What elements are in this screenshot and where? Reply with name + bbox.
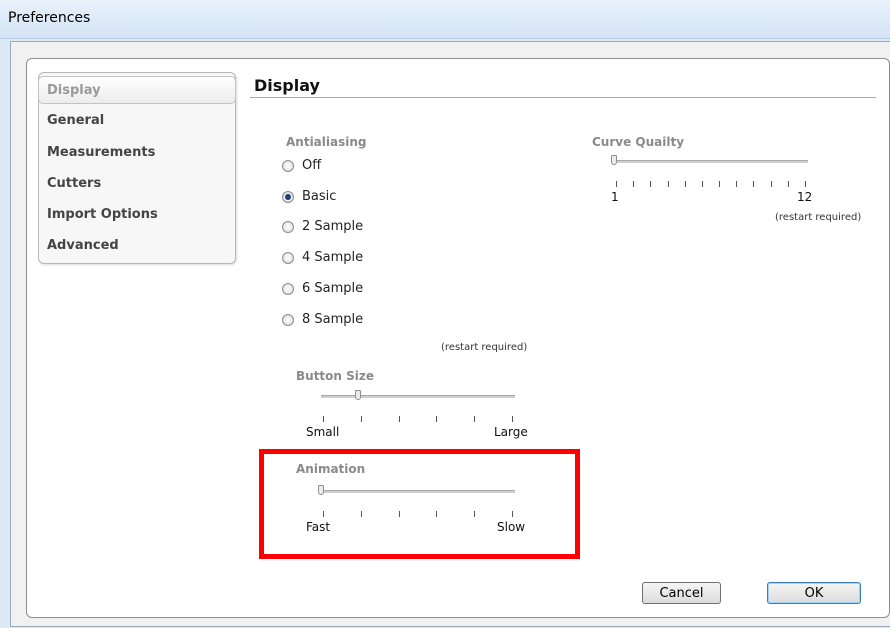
radio-label: 2 Sample xyxy=(302,219,364,234)
cancel-button[interactable]: Cancel xyxy=(642,582,721,604)
button-size-tick xyxy=(323,416,324,422)
button-size-slider-track[interactable] xyxy=(321,395,515,398)
button-size-min-label: Small xyxy=(306,425,340,439)
window-title: Preferences xyxy=(8,10,91,26)
curve-quality-tick xyxy=(736,181,737,187)
title-bar: Preferences xyxy=(0,0,890,39)
curve-quality-tick xyxy=(633,181,634,187)
button-size-max-label: Large xyxy=(494,425,528,439)
button-size-label: Button Size xyxy=(296,369,375,383)
radio-label: 6 Sample xyxy=(302,281,364,296)
button-size-tick xyxy=(399,416,400,422)
radio-button-checked[interactable] xyxy=(282,191,294,203)
radio-button[interactable] xyxy=(282,283,294,295)
preferences-window: Preferences Display General Measurements… xyxy=(0,0,890,628)
curve-quality-tick xyxy=(668,181,669,187)
section-title: Display xyxy=(254,76,320,95)
curve-quality-restart-note: (restart required) xyxy=(775,212,862,223)
radio-button[interactable] xyxy=(282,252,294,264)
curve-quality-tick xyxy=(753,181,754,187)
sidebar-item-general[interactable]: General xyxy=(39,107,235,135)
antialiasing-restart-note: (restart required) xyxy=(441,342,528,353)
ok-button[interactable]: OK xyxy=(767,582,861,604)
curve-quality-tick xyxy=(719,181,720,187)
section-divider xyxy=(250,97,876,98)
sidebar-item-measurements[interactable]: Measurements xyxy=(39,139,235,167)
radio-label: 4 Sample xyxy=(302,250,364,265)
curve-quality-tick xyxy=(788,181,789,187)
curve-quality-slider-thumb[interactable] xyxy=(611,155,617,165)
curve-quality-label: Curve Quailty xyxy=(592,135,685,149)
curve-quality-max-label: 12 xyxy=(797,190,813,204)
radio-label: Off xyxy=(302,158,322,173)
button-size-tick xyxy=(474,416,475,422)
curve-quality-min-label: 1 xyxy=(611,190,619,204)
radio-button[interactable] xyxy=(282,221,294,233)
antialiasing-label: Antialiasing xyxy=(286,135,367,149)
sidebar-item-advanced[interactable]: Advanced xyxy=(39,232,235,260)
button-size-tick xyxy=(512,416,513,422)
button-size-tick xyxy=(436,416,437,422)
sidebar-item-display[interactable]: Display xyxy=(38,76,236,104)
curve-quality-tick xyxy=(685,181,686,187)
radio-button[interactable] xyxy=(282,160,294,172)
animation-highlight-box xyxy=(259,449,580,559)
radio-label: Basic xyxy=(302,189,337,204)
curve-quality-tick xyxy=(771,181,772,187)
curve-quality-tick xyxy=(650,181,651,187)
button-size-slider-thumb[interactable] xyxy=(355,390,361,400)
sidebar: Display General Measurements Cutters Imp… xyxy=(38,72,236,264)
sidebar-item-import-options[interactable]: Import Options xyxy=(39,201,235,229)
button-size-tick xyxy=(361,416,362,422)
radio-button[interactable] xyxy=(282,314,294,326)
curve-quality-tick xyxy=(805,181,806,187)
sidebar-item-cutters[interactable]: Cutters xyxy=(39,170,235,198)
curve-quality-tick xyxy=(702,181,703,187)
curve-quality-slider-track[interactable] xyxy=(614,160,808,163)
curve-quality-tick xyxy=(616,181,617,187)
radio-label: 8 Sample xyxy=(302,312,364,327)
